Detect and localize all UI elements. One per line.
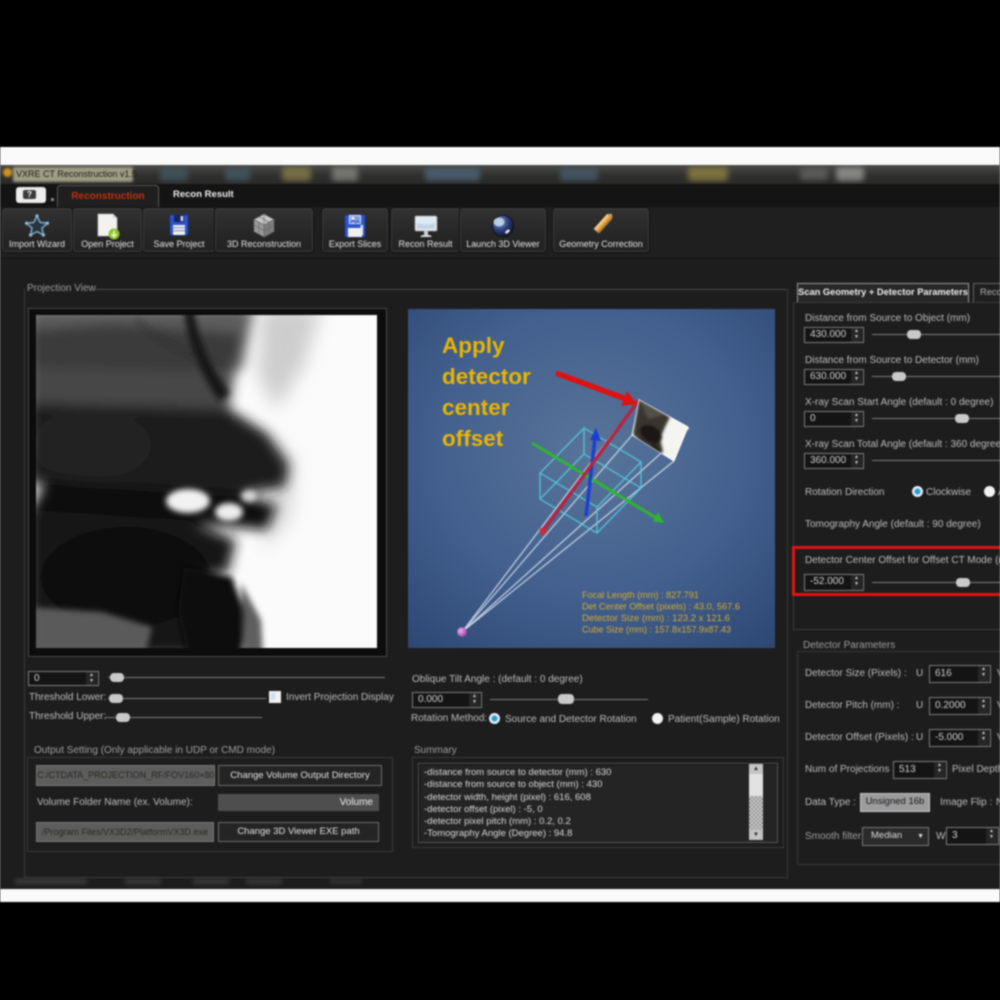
svg-text:Cube Size (mm) : 157.8x157.9x8: Cube Size (mm) : 157.8x157.9x87.43 <box>582 625 731 635</box>
svg-text:Det Center Offset (pixels) : 4: Det Center Offset (pixels) : 43.0, 567.6 <box>582 602 740 612</box>
svg-text:Apply: Apply <box>442 333 505 358</box>
svg-text:center: center <box>442 395 510 420</box>
svg-text:Detector Size (mm) : 123.2 x 1: Detector Size (mm) : 123.2 x 121.6 <box>582 613 730 623</box>
svg-text:Focal Length (mm) : 827.791: Focal Length (mm) : 827.791 <box>582 590 699 600</box>
svg-text:offset: offset <box>442 426 504 451</box>
svg-text:detector: detector <box>442 364 531 389</box>
